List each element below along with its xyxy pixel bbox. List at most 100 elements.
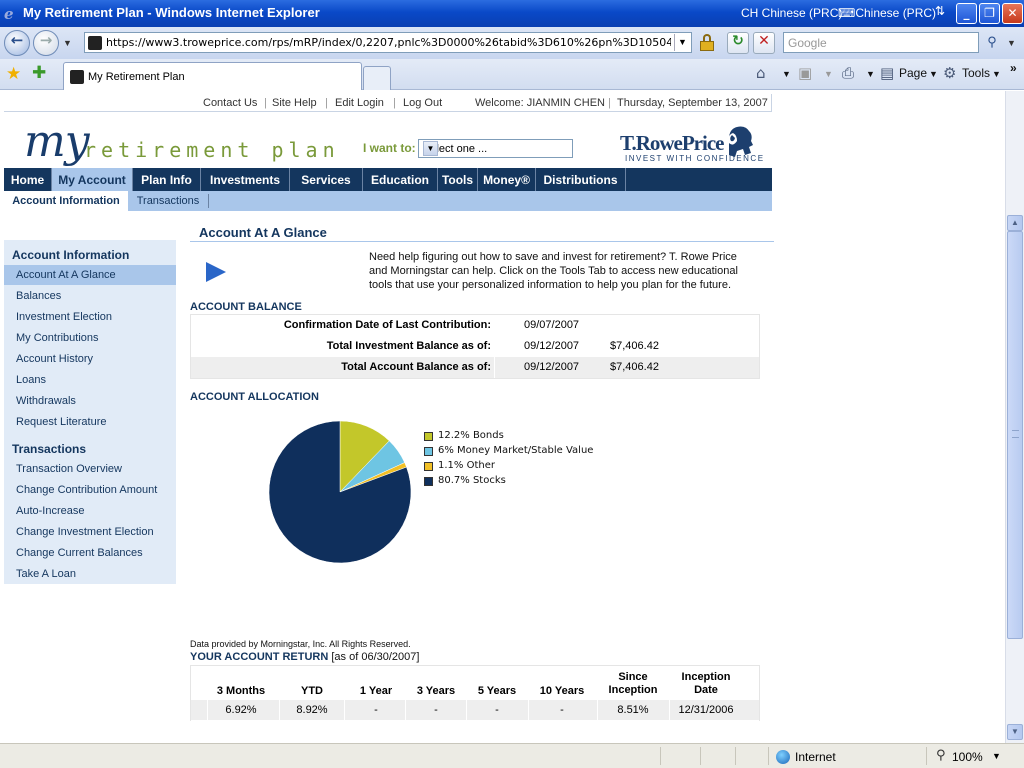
vertical-scrollbar[interactable]: ▲ ▼ xyxy=(1005,91,1024,743)
balance-date: 09/12/2007 xyxy=(524,361,580,373)
minimize-button[interactable]: _ xyxy=(956,3,977,24)
edit-login-link[interactable]: Edit Login xyxy=(335,97,384,109)
tab-my-account[interactable]: My Account xyxy=(52,168,133,191)
tab-money[interactable]: Money® xyxy=(478,168,536,191)
balance-date: 09/12/2007 xyxy=(524,340,580,352)
restore-button[interactable]: ❐ xyxy=(979,3,1000,24)
feeds-icon[interactable]: ▣ xyxy=(798,64,812,82)
keyboard-layout-indicator[interactable]: ⌨Chinese (PRC) xyxy=(838,6,936,20)
link-separator: | xyxy=(325,97,328,109)
sidebar-item-balances[interactable]: Balances xyxy=(4,286,176,306)
zoom-dropdown-icon[interactable]: ▼ xyxy=(992,751,1001,761)
site-logo-my[interactable]: my xyxy=(24,116,90,167)
sidebar-item-take-a-loan[interactable]: Take A Loan xyxy=(4,564,176,584)
sidebar-item-withdrawals[interactable]: Withdrawals xyxy=(4,391,176,411)
sidebar-item-transaction-overview[interactable]: Transaction Overview xyxy=(4,459,176,479)
tab-plan-info[interactable]: Plan Info xyxy=(133,168,201,191)
divider xyxy=(344,700,345,720)
tools-menu[interactable]: Tools xyxy=(962,66,990,80)
sidebar-item-change-investment-election[interactable]: Change Investment Election xyxy=(4,522,176,542)
table-row: Confirmation Date of Last Contribution: … xyxy=(191,315,759,336)
sidebar-item-change-contribution-amount[interactable]: Change Contribution Amount xyxy=(4,480,176,500)
scroll-down-icon[interactable]: ▼ xyxy=(1007,724,1023,740)
tab-distributions[interactable]: Distributions xyxy=(536,168,626,191)
page-dropdown-icon[interactable]: ▼ xyxy=(929,69,938,79)
legend-item: 12.2% Bonds xyxy=(424,430,593,445)
print-icon[interactable]: ⎙ xyxy=(842,64,854,82)
language-bar-options-icon[interactable]: ⇅ xyxy=(935,4,945,18)
current-date: Thursday, September 13, 2007 xyxy=(617,97,768,109)
favorites-star-icon[interactable]: ★ xyxy=(6,64,21,84)
tab-education[interactable]: Education xyxy=(363,168,438,191)
main-nav: Home My Account Plan Info Investments Se… xyxy=(4,168,772,191)
sidebar-item-change-current-balances[interactable]: Change Current Balances xyxy=(4,543,176,563)
tab-services[interactable]: Services xyxy=(290,168,363,191)
sidebar-item-account-at-a-glance[interactable]: Account At A Glance xyxy=(4,265,176,285)
page-icon: ▤ xyxy=(880,64,895,82)
subtab-transactions[interactable]: Transactions xyxy=(132,191,204,211)
security-lock-icon[interactable] xyxy=(699,34,715,51)
page-menu[interactable]: Page xyxy=(899,66,927,80)
search-options-dropdown-icon[interactable]: ▼ xyxy=(1007,38,1016,48)
tab-toolbar: ★ ✚ My Retirement Plan ⌂ ▼ ▣ ▼ ⎙ ▼ ▤ Pag… xyxy=(0,59,1024,90)
stop-icon[interactable]: ✕ xyxy=(753,32,775,54)
tab-home[interactable]: Home xyxy=(4,168,52,191)
sidebar-item-my-contributions[interactable]: My Contributions xyxy=(4,328,176,348)
tools-dropdown-icon[interactable]: ▼ xyxy=(992,69,1001,79)
page-viewport: Contact Us | Site Help | Edit Login | Lo… xyxy=(0,91,1005,743)
column-header: 3 Months xyxy=(216,685,266,697)
site-favicon-icon xyxy=(88,36,102,50)
site-logo-retirement-plan[interactable]: retirement plan xyxy=(84,138,340,162)
home-icon[interactable]: ⌂ xyxy=(756,64,766,82)
site-help-link[interactable]: Site Help xyxy=(272,97,317,109)
scrollbar-thumb[interactable] xyxy=(1007,231,1023,639)
contact-us-link[interactable]: Contact Us xyxy=(203,97,257,109)
search-icon[interactable]: ⚲ xyxy=(982,32,1002,53)
sidebar-item-auto-increase[interactable]: Auto-Increase xyxy=(4,501,176,521)
print-dropdown-icon[interactable]: ▼ xyxy=(866,69,875,79)
tab-my-retirement-plan[interactable]: My Retirement Plan xyxy=(63,62,362,90)
refresh-icon[interactable]: ↻ xyxy=(727,32,749,54)
i-want-to-select[interactable]: Select one ... ▼ xyxy=(418,139,573,158)
subtab-account-information[interactable]: Account Information xyxy=(4,191,128,211)
legend-swatch xyxy=(424,477,433,486)
tools-gear-icon: ⚙ xyxy=(943,64,957,82)
legend-label: 1.1% Other xyxy=(438,460,495,471)
return-value: 8.51% xyxy=(617,704,649,716)
sidebar-item-loans[interactable]: Loans xyxy=(4,370,176,390)
link-separator: | xyxy=(608,97,611,109)
toolbar-overflow-icon[interactable]: » xyxy=(1010,61,1017,75)
scroll-up-icon[interactable]: ▲ xyxy=(1007,215,1023,231)
legend-item: 6% Money Market/Stable Value xyxy=(424,445,593,460)
zoom-level[interactable]: 100% xyxy=(952,750,983,764)
input-language-indicator[interactable]: CH Chinese (PRC) xyxy=(741,6,842,20)
security-zone-label[interactable]: Internet xyxy=(795,750,836,764)
play-arrow-icon[interactable] xyxy=(206,262,226,282)
address-input[interactable]: https://www3.troweprice.com/rps/mRP/inde… xyxy=(84,32,692,53)
forward-button[interactable]: → xyxy=(33,30,59,56)
tab-investments[interactable]: Investments xyxy=(201,168,290,191)
column-header: 3 Years xyxy=(416,685,456,697)
search-input[interactable]: Google xyxy=(783,32,979,53)
add-favorites-icon[interactable]: ✚ xyxy=(32,63,46,83)
sidebar-item-investment-election[interactable]: Investment Election xyxy=(4,307,176,327)
left-sidebar: Account Information Account At A Glance … xyxy=(4,240,176,584)
address-dropdown-icon[interactable]: ▼ xyxy=(674,34,690,51)
column-header: 5 Years xyxy=(477,685,517,697)
recent-pages-dropdown-icon[interactable]: ▼ xyxy=(63,38,72,48)
sidebar-item-request-literature[interactable]: Request Literature xyxy=(4,412,176,432)
back-button[interactable]: ← xyxy=(4,30,30,56)
tab-tools[interactable]: Tools xyxy=(438,168,478,191)
brand-name[interactable]: T.RowePrice xyxy=(620,131,724,156)
address-url[interactable]: https://www3.troweprice.com/rps/mRP/inde… xyxy=(106,36,671,49)
allocation-pie-chart xyxy=(268,420,412,564)
feeds-dropdown-icon[interactable]: ▼ xyxy=(824,69,833,79)
home-dropdown-icon[interactable]: ▼ xyxy=(782,69,791,79)
sidebar-item-account-history[interactable]: Account History xyxy=(4,349,176,369)
close-window-button[interactable]: ✕ xyxy=(1002,3,1023,24)
log-out-link[interactable]: Log Out xyxy=(403,97,442,109)
link-separator: | xyxy=(264,97,267,109)
legend-label: 6% Money Market/Stable Value xyxy=(438,445,594,456)
chevron-down-icon[interactable]: ▼ xyxy=(423,141,438,156)
new-tab-button[interactable] xyxy=(363,66,391,90)
